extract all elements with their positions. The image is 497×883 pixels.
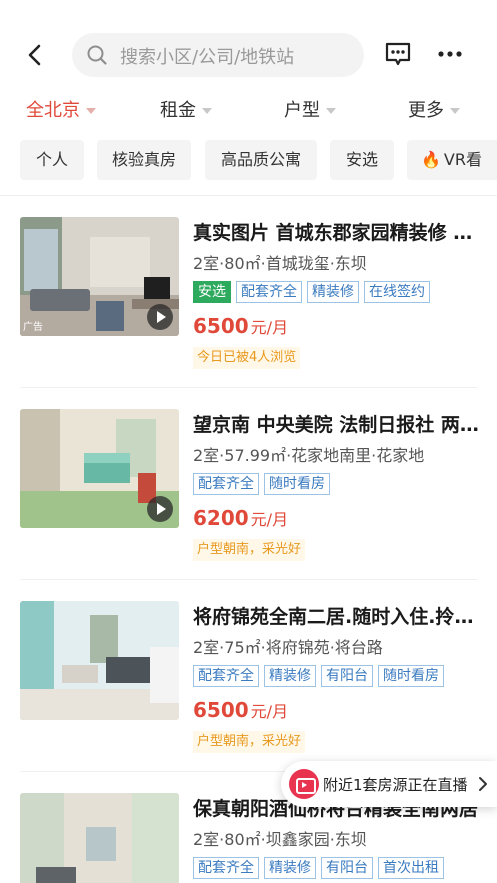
price-unit: 元/月	[250, 510, 289, 529]
tag-badge: 安选	[193, 281, 231, 303]
tag-badge: 精装修	[264, 665, 316, 687]
filter-layout[interactable]: 户型	[284, 96, 336, 122]
filter-bar: 全北京 租金 户型 更多	[0, 86, 497, 130]
listing-photo[interactable]	[20, 409, 179, 528]
card-divider	[20, 387, 477, 388]
more-icon[interactable]	[437, 43, 463, 65]
filter-more-label: 更多	[408, 100, 444, 121]
price-value: 6200	[193, 506, 249, 530]
filter-rent-label: 租金	[160, 100, 196, 121]
filter-area-label: 全北京	[26, 100, 80, 121]
chevron-down-icon	[86, 108, 96, 114]
price-value: 6500	[193, 314, 249, 338]
live-stream-banner[interactable]: 附近1套房源正在直播	[281, 761, 497, 807]
chip-personal[interactable]: 个人	[20, 140, 84, 180]
search-placeholder[interactable]: 搜索小区/公司/地铁站	[120, 43, 294, 69]
listing-price: 6500 元/月	[193, 698, 288, 722]
tag-badge: 有阳台	[321, 857, 373, 879]
price-unit: 元/月	[250, 702, 289, 721]
play-icon[interactable]	[147, 304, 173, 330]
listing-meta: 2室·80㎡·坝鑫家园·东坝	[193, 830, 367, 849]
listing-photo[interactable]	[20, 601, 179, 720]
live-tv-icon	[289, 769, 319, 799]
tag-badge: 有阳台	[321, 665, 373, 687]
back-icon[interactable]	[22, 40, 50, 70]
listing-note: 户型朝南，采光好	[193, 539, 306, 561]
listing-note: 今日已被4人浏览	[193, 347, 301, 369]
listing-card[interactable]: 将府锦苑全南二居.随时入住.拎包入住 2室·75㎡·将府锦苑·将台路 配套齐全精…	[0, 590, 497, 780]
tag-badge: 配套齐全	[236, 281, 302, 303]
chip-vr[interactable]: 🔥 VR看	[407, 140, 497, 180]
listing-meta: 2室·57.99㎡·花家地南里·花家地	[193, 446, 425, 465]
quick-filter-chips: 个人 核验真房 高品质公寓 安选 🔥 VR看	[0, 140, 497, 184]
listing-card[interactable]: 望京南 中央美院 法制日报社 两居室 2室·57.99㎡·花家地南里·花家地 配…	[0, 398, 497, 588]
chevron-down-icon	[326, 108, 336, 114]
filter-layout-label: 户型	[284, 100, 320, 121]
price-value: 6500	[193, 698, 249, 722]
fire-icon: 🔥	[421, 150, 441, 169]
live-banner-text: 附近1套房源正在直播	[323, 776, 468, 794]
listing-tags: 配套齐全 随时看房	[193, 473, 335, 495]
ad-label: 广告	[23, 322, 43, 333]
filter-area[interactable]: 全北京	[26, 96, 96, 122]
tag-badge: 首次出租	[378, 857, 444, 879]
tag-badge: 配套齐全	[193, 665, 259, 687]
top-bar: 搜索小区/公司/地铁站	[0, 0, 497, 86]
listing-tags: 配套齐全 精装修 有阳台 随时看房	[193, 665, 449, 687]
play-icon[interactable]	[147, 496, 173, 522]
listing-meta: 2室·75㎡·将府锦苑·将台路	[193, 638, 383, 657]
filter-rent[interactable]: 租金	[160, 96, 212, 122]
chip-verified[interactable]: 核验真房	[97, 140, 191, 180]
chevron-down-icon	[202, 108, 212, 114]
listing-price: 6500 元/月	[193, 314, 288, 338]
header-divider	[0, 195, 497, 196]
listing-meta: 2室·80㎡·首城珑玺·东坝	[193, 254, 367, 273]
chip-anxuan[interactable]: 安选	[330, 140, 394, 180]
card-divider	[20, 579, 477, 580]
tag-badge: 精装修	[307, 281, 359, 303]
search-bar[interactable]: 搜索小区/公司/地铁站	[72, 33, 364, 77]
listing-price: 6200 元/月	[193, 506, 288, 530]
chip-quality-apartment[interactable]: 高品质公寓	[205, 140, 317, 180]
tag-badge: 在线签约	[364, 281, 430, 303]
tag-badge: 随时看房	[264, 473, 330, 495]
listing-photo[interactable]	[20, 793, 179, 883]
tag-badge: 配套齐全	[193, 473, 259, 495]
chevron-down-icon	[450, 108, 460, 114]
price-unit: 元/月	[250, 318, 289, 337]
filter-more[interactable]: 更多	[408, 96, 460, 122]
listing-note: 户型朝南，采光好	[193, 731, 306, 753]
listing-tags: 安选 配套齐全 精装修 在线签约	[193, 281, 435, 303]
listing-title[interactable]: 将府锦苑全南二居.随时入住.拎包入住	[193, 602, 483, 629]
chip-vr-label: VR看	[443, 150, 482, 169]
search-icon	[86, 44, 108, 66]
listing-title[interactable]: 望京南 中央美院 法制日报社 两居室	[193, 410, 483, 437]
listing-photo[interactable]: 广告	[20, 217, 179, 336]
tag-badge: 精装修	[264, 857, 316, 879]
listing-title[interactable]: 真实图片 首城东郡家园精装修 两居室 配套齐全	[193, 218, 483, 245]
tag-badge: 随时看房	[378, 665, 444, 687]
listing-card[interactable]: 广告 真实图片 首城东郡家园精装修 两居室 配套齐全 2室·80㎡·首城珑玺·东…	[0, 206, 497, 396]
chevron-right-icon	[478, 776, 488, 792]
tag-badge: 配套齐全	[193, 857, 259, 879]
listing-tags: 配套齐全 精装修 有阳台 首次出租	[193, 857, 449, 879]
message-icon[interactable]	[384, 40, 412, 68]
